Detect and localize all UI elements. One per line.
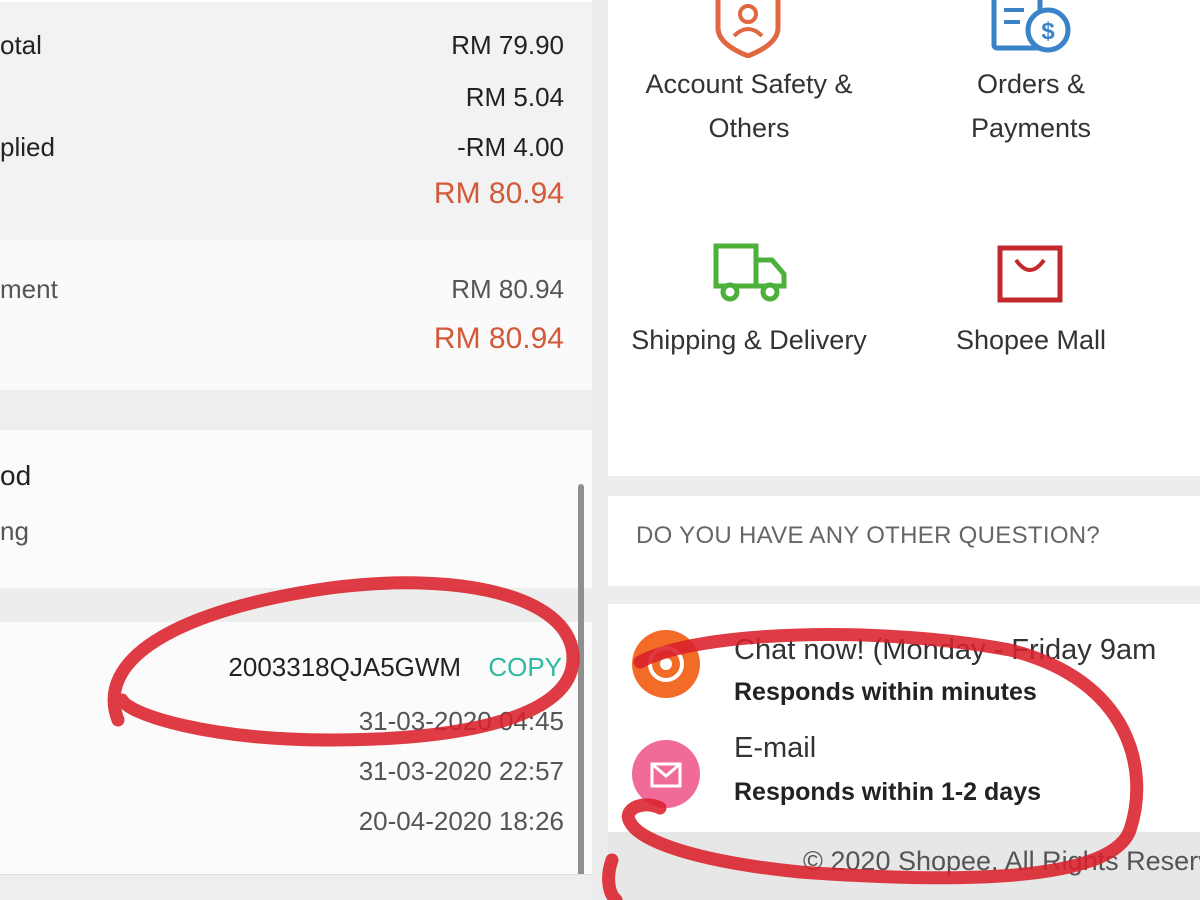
- category-label: Orders & Payments: [890, 62, 1172, 150]
- other-question-heading: DO YOU HAVE ANY OTHER QUESTION?: [636, 522, 1101, 549]
- category-label: Shipping & Delivery: [608, 318, 890, 362]
- contact-title: Chat now! (Monday - Friday 9am: [734, 634, 1157, 666]
- category-label: Account Safety & Others: [608, 62, 890, 150]
- voucher-value: -RM 4.00: [457, 132, 564, 162]
- panel-divider: [592, 0, 608, 900]
- payment-method-section: od ng: [0, 430, 592, 588]
- svg-text:$: $: [1041, 18, 1055, 45]
- payment-amount: RM 80.94: [451, 274, 564, 304]
- order-time: 31-03-2020 04:45: [358, 706, 564, 736]
- category-label-line: Payments: [970, 113, 1092, 143]
- order-id: 2003318QJA5GWM: [228, 652, 462, 682]
- order-total-value: RM 80.94: [433, 177, 564, 210]
- payment-method-subtitle: ng: [0, 516, 29, 546]
- payment-label: ment: [0, 274, 58, 304]
- contact-subtitle: Responds within 1-2 days: [734, 778, 1042, 806]
- subtotal-value: RM 79.90: [451, 30, 564, 60]
- subtotal-label: otal: [0, 30, 42, 60]
- section-gap: [0, 390, 592, 430]
- category-label-line: Orders &: [976, 69, 1086, 99]
- email-icon: [632, 740, 700, 808]
- section-gap: [0, 874, 592, 900]
- shopping-bag-icon: [997, 245, 1063, 303]
- shield-user-icon: [715, 0, 781, 58]
- section-gap: [0, 588, 592, 622]
- help-centre-panel: Account Safety & Others $ Orders & Payme…: [608, 0, 1200, 900]
- order-summary-section: otal RM 79.90 RM 5.04 plied -RM 4.00 RM …: [0, 0, 592, 240]
- scrollbar[interactable]: [578, 484, 584, 900]
- category-label-line: Shipping & Delivery: [631, 325, 867, 355]
- contact-title: E-mail: [734, 732, 817, 764]
- section-gap: [608, 586, 1200, 604]
- order-id-row: 2003318QJA5GWM COPY: [228, 652, 562, 683]
- invoice-dollar-icon: $: [991, 0, 1071, 53]
- payment-section: ment RM 80.94 RM 80.94: [0, 240, 592, 390]
- payment-method-title: od: [0, 460, 32, 491]
- completed-time: 20-04-2020 18:26: [358, 806, 564, 836]
- contact-subtitle: Responds within minutes: [734, 678, 1037, 706]
- category-label: Shopee Mall: [890, 318, 1172, 362]
- voucher-label: plied: [0, 132, 55, 162]
- chat-icon: [632, 630, 700, 698]
- section-gap: [608, 476, 1200, 496]
- copy-button[interactable]: COPY: [488, 652, 562, 682]
- payment-total: RM 80.94: [433, 322, 564, 355]
- shipping-value: RM 5.04: [465, 82, 564, 112]
- copyright-text: © 2020 Shopee. All Rights Reserved: [803, 846, 1200, 876]
- truck-icon: [713, 243, 787, 302]
- payment-time: 31-03-2020 22:57: [358, 756, 564, 786]
- category-label-line: Others: [708, 113, 790, 143]
- order-info-section: 2003318QJA5GWM COPY 31-03-2020 04:45 31-…: [0, 622, 592, 874]
- category-label-line: Account Safety &: [645, 69, 853, 99]
- order-details-panel: otal RM 79.90 RM 5.04 plied -RM 4.00 RM …: [0, 0, 592, 900]
- category-label-line: Shopee Mall: [955, 325, 1107, 355]
